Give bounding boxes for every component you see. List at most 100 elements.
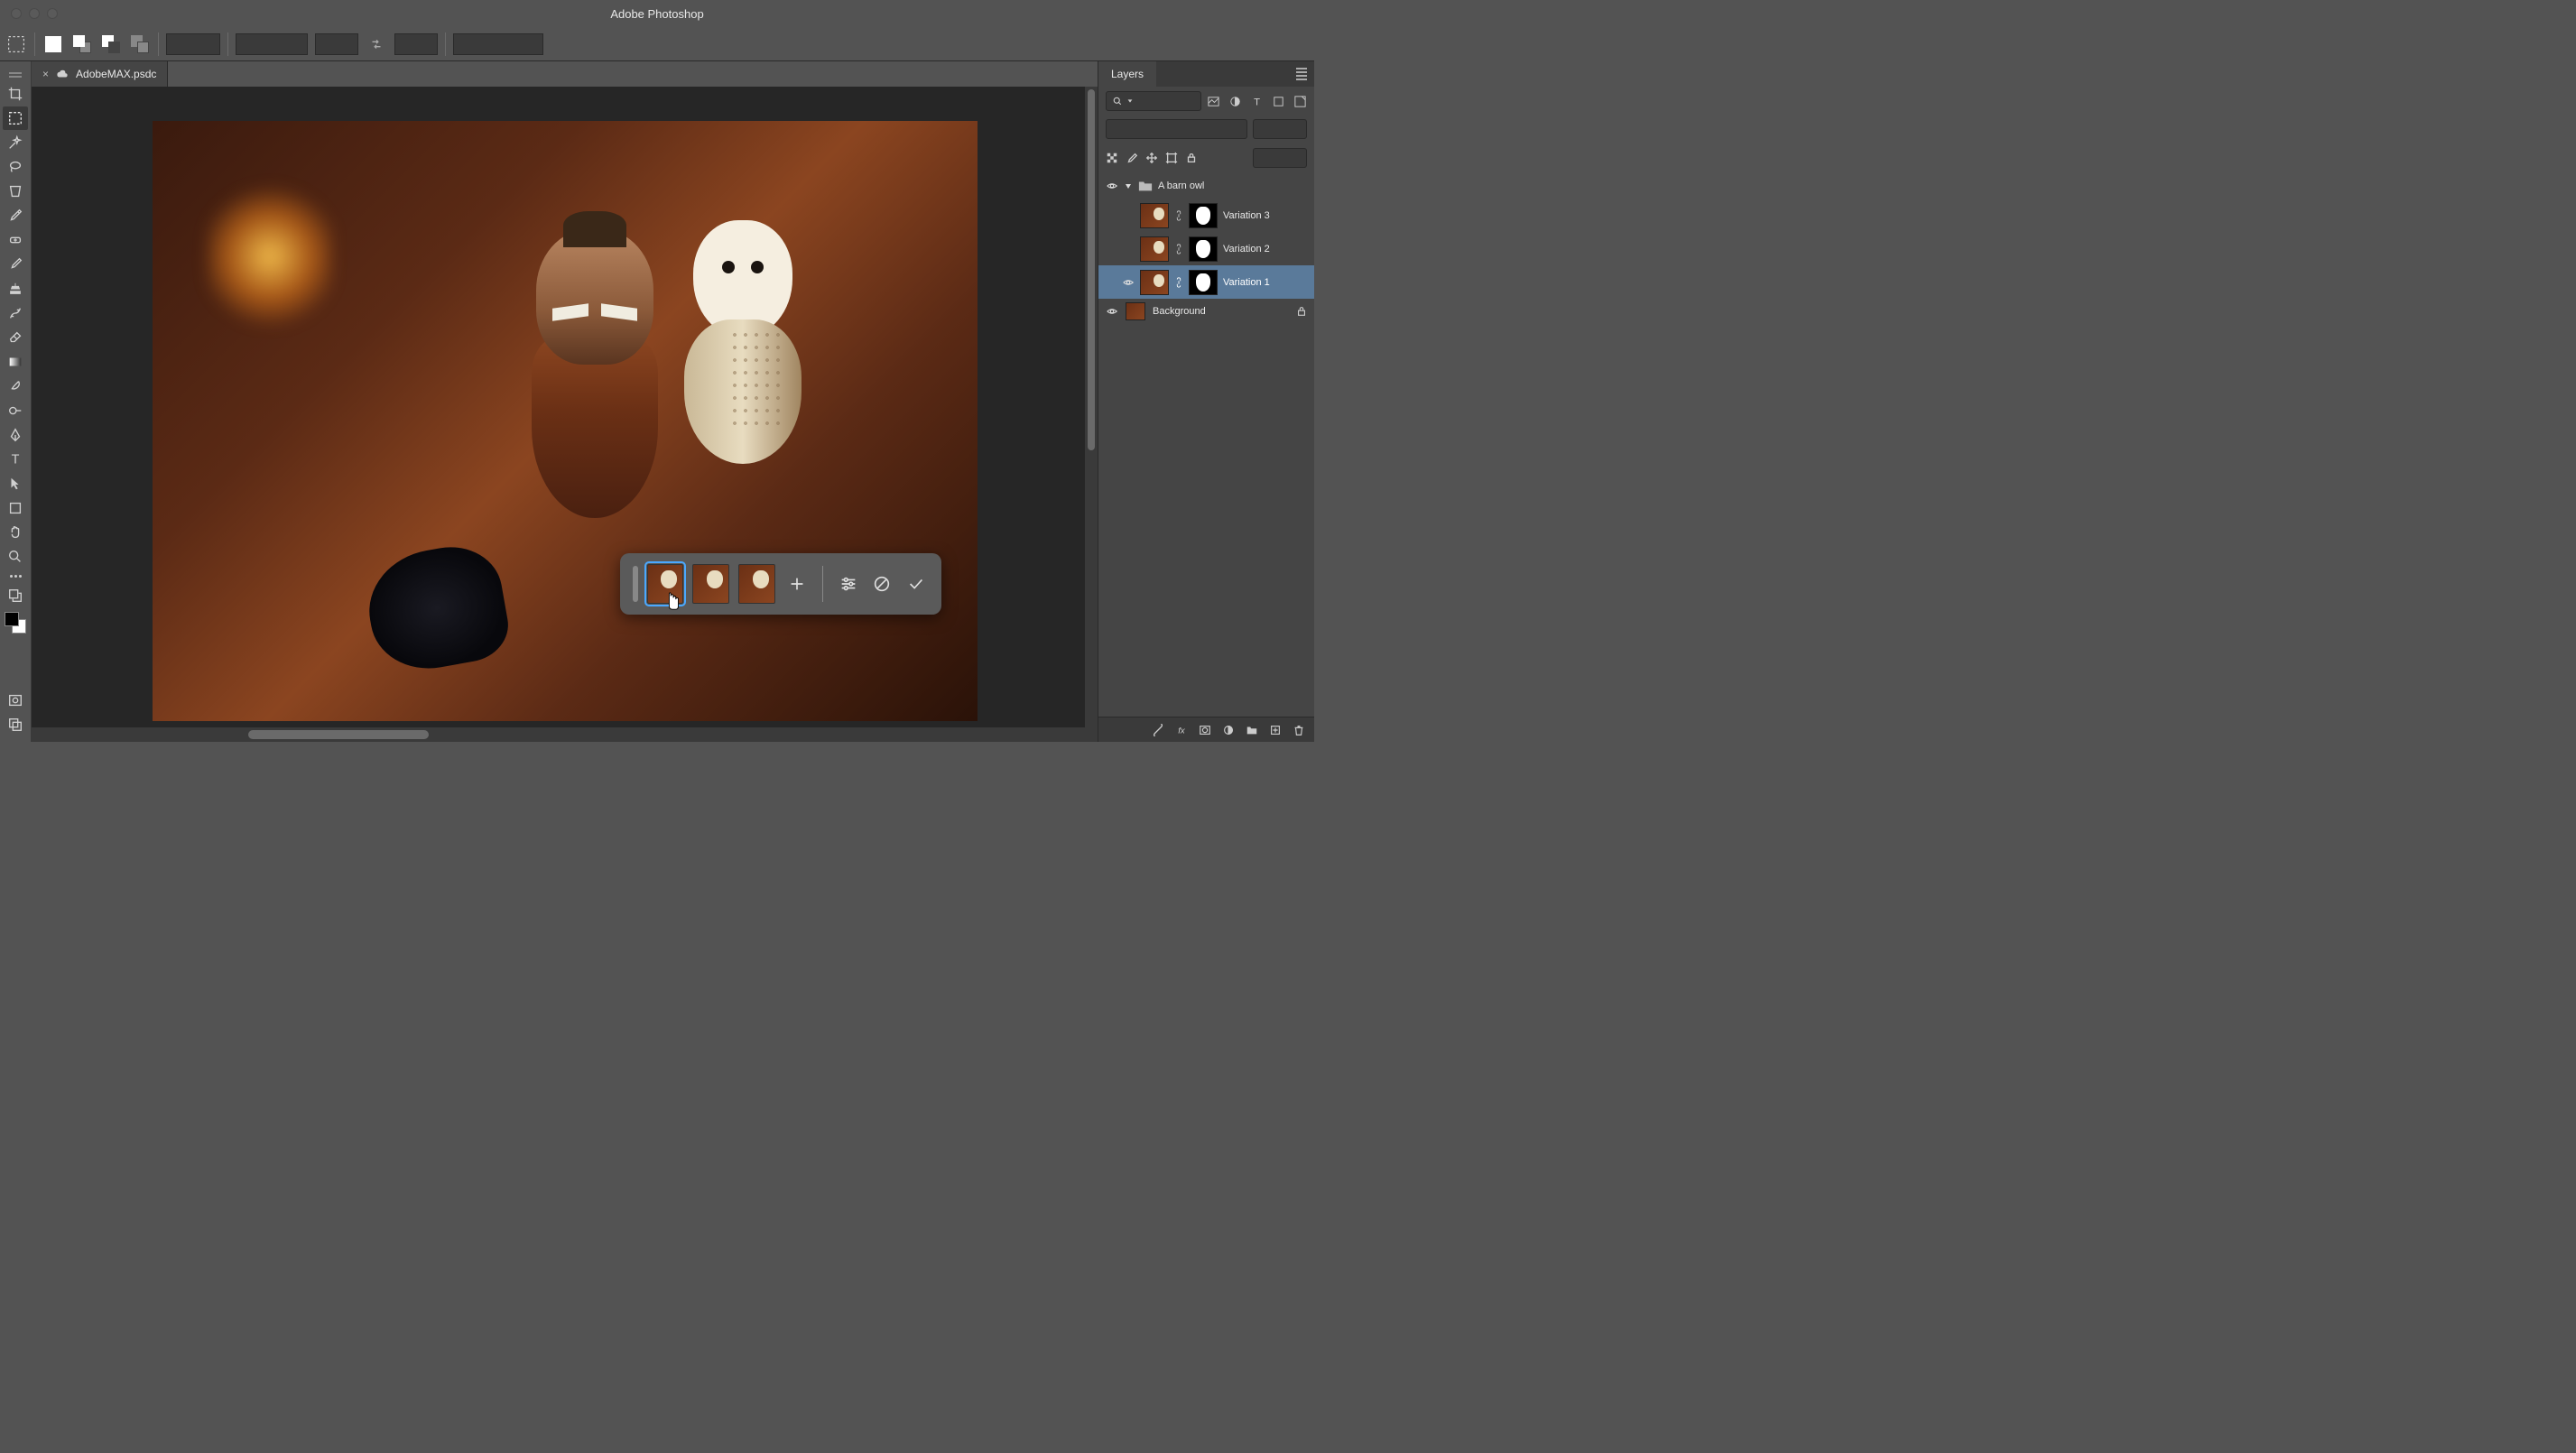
marquee-tool[interactable] <box>3 106 28 130</box>
smudge-tool[interactable] <box>3 375 28 398</box>
visibility-toggle[interactable] <box>1106 180 1118 192</box>
add-selection-mode[interactable] <box>71 33 93 55</box>
panel-tab-strip: Layers <box>1098 61 1314 87</box>
filter-adjustment-icon[interactable] <box>1228 95 1242 108</box>
toolbar-drag-handle[interactable] <box>633 566 638 602</box>
layer-thumbnail[interactable] <box>1140 203 1169 228</box>
select-and-mask-button[interactable] <box>453 33 543 55</box>
quick-mask-toggle[interactable] <box>3 689 28 712</box>
window-titlebar: Adobe Photoshop <box>0 0 1314 27</box>
layer-thumbnail[interactable] <box>1126 302 1145 320</box>
mixer-brush-tool[interactable] <box>3 301 28 325</box>
layers-tab[interactable]: Layers <box>1098 61 1156 87</box>
generate-more-button[interactable] <box>784 570 810 597</box>
disclosure-triangle[interactable] <box>1124 181 1133 190</box>
shape-tool[interactable] <box>3 496 28 520</box>
minimize-window-button[interactable] <box>29 8 40 19</box>
lock-artboard-icon[interactable] <box>1165 152 1178 164</box>
settings-button[interactable] <box>836 570 861 597</box>
subtract-selection-mode[interactable] <box>100 33 122 55</box>
mask-thumbnail[interactable] <box>1189 236 1218 262</box>
add-mask-button[interactable] <box>1199 724 1211 736</box>
lasso-tool[interactable] <box>3 155 28 179</box>
spot-heal-tool[interactable] <box>3 228 28 252</box>
screen-mode-toggle[interactable] <box>3 713 28 736</box>
edit-toolbar-button[interactable] <box>10 575 22 578</box>
path-select-tool[interactable] <box>3 472 28 495</box>
adjustment-layer-button[interactable] <box>1222 724 1235 736</box>
panel-menu-button[interactable] <box>1289 68 1314 80</box>
layer-row[interactable]: Variation 3 <box>1098 199 1314 232</box>
right-panel-dock: Layers T <box>1098 61 1314 742</box>
accept-button[interactable] <box>903 570 929 597</box>
cancel-button[interactable] <box>870 570 895 597</box>
delete-layer-button[interactable] <box>1293 724 1305 736</box>
filter-type-icon[interactable]: T <box>1250 95 1264 108</box>
panel-grip[interactable] <box>9 72 22 78</box>
variation-thumbnail-2[interactable] <box>692 564 729 604</box>
visibility-toggle[interactable] <box>1106 305 1118 318</box>
vertical-scrollbar[interactable] <box>1085 87 1098 727</box>
document-tab[interactable]: × AdobeMAX.psdc <box>32 61 168 87</box>
close-tab-button[interactable]: × <box>42 68 49 80</box>
canvas[interactable] <box>32 87 1098 727</box>
layer-row[interactable]: Variation 1 <box>1098 265 1314 299</box>
layer-group-row[interactable]: A barn owl <box>1098 173 1314 199</box>
eraser-tool[interactable] <box>3 326 28 349</box>
new-selection-mode[interactable] <box>42 33 64 55</box>
app-title: Adobe Photoshop <box>0 7 1314 21</box>
swap-dimensions-button[interactable] <box>366 33 387 55</box>
foreground-background-colors[interactable] <box>5 612 26 634</box>
mask-thumbnail[interactable] <box>1189 270 1218 295</box>
lock-position-icon[interactable] <box>1145 152 1158 164</box>
filter-shape-icon[interactable] <box>1272 95 1285 108</box>
separator <box>227 32 228 56</box>
layer-style-button[interactable]: fx <box>1175 724 1188 736</box>
maximize-window-button[interactable] <box>47 8 58 19</box>
lock-transparency-icon[interactable] <box>1106 152 1118 164</box>
mask-thumbnail[interactable] <box>1189 203 1218 228</box>
gradient-tool[interactable] <box>3 350 28 374</box>
fill-opacity-input[interactable] <box>1253 148 1307 168</box>
filter-smartobject-icon[interactable] <box>1293 95 1307 108</box>
feather-input[interactable] <box>166 33 220 55</box>
clone-stamp-tool[interactable] <box>3 277 28 301</box>
style-select[interactable] <box>236 33 308 55</box>
link-layers-button[interactable] <box>1152 724 1164 736</box>
quick-actions-tool[interactable] <box>3 584 28 607</box>
blend-mode-select[interactable] <box>1106 119 1247 139</box>
new-group-button[interactable] <box>1246 724 1258 736</box>
dodge-tool[interactable] <box>3 399 28 422</box>
layer-row[interactable]: Variation 2 <box>1098 232 1314 265</box>
perspective-crop-tool[interactable] <box>3 180 28 203</box>
crop-tool[interactable] <box>3 82 28 106</box>
variation-thumbnail-3[interactable] <box>738 564 775 604</box>
type-tool[interactable]: T <box>3 448 28 471</box>
pen-tool[interactable] <box>3 423 28 447</box>
hand-tool[interactable] <box>3 521 28 544</box>
opacity-input[interactable] <box>1253 119 1307 139</box>
visibility-toggle[interactable] <box>1122 243 1135 255</box>
height-input[interactable] <box>394 33 438 55</box>
visibility-toggle[interactable] <box>1122 276 1135 289</box>
layer-thumbnail[interactable] <box>1140 270 1169 295</box>
brush-tool[interactable] <box>3 253 28 276</box>
horizontal-scrollbar[interactable] <box>32 727 1098 742</box>
lock-pixels-icon[interactable] <box>1126 152 1138 164</box>
filter-pixel-icon[interactable] <box>1207 95 1220 108</box>
close-window-button[interactable] <box>11 8 22 19</box>
link-icon <box>1174 210 1183 221</box>
document-image[interactable] <box>153 121 978 721</box>
width-input[interactable] <box>315 33 358 55</box>
new-layer-button[interactable] <box>1269 724 1282 736</box>
background-layer-row[interactable]: Background <box>1098 299 1314 324</box>
eyedropper-tool[interactable] <box>3 204 28 227</box>
visibility-toggle[interactable] <box>1122 209 1135 222</box>
zoom-tool[interactable] <box>3 545 28 569</box>
layer-filter-type-select[interactable] <box>1106 91 1201 111</box>
layer-thumbnail[interactable] <box>1140 236 1169 262</box>
lock-all-icon[interactable] <box>1185 152 1198 164</box>
tool-preset-picker[interactable] <box>5 33 27 55</box>
magic-wand-tool[interactable] <box>3 131 28 154</box>
intersect-selection-mode[interactable] <box>129 33 151 55</box>
